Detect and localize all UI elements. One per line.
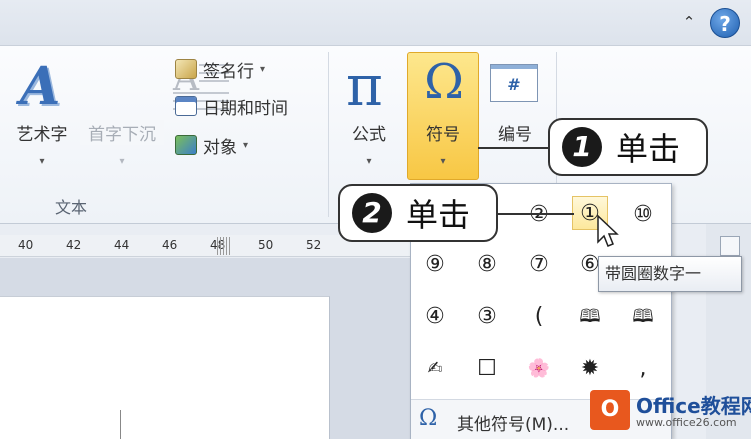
signature-line-button[interactable]: 签名行 ▾ (175, 56, 265, 82)
step-number-badge: 2 (352, 193, 392, 233)
signature-dropdown-icon: ▾ (260, 63, 266, 75)
symbol-cell[interactable]: ③ (469, 300, 505, 334)
book-icon[interactable]: 🕮 (625, 300, 661, 334)
equation-button[interactable]: π 公式 ▾ (336, 46, 402, 186)
callout-leader-line (478, 147, 550, 149)
pi-icon: π (346, 54, 383, 119)
dropcap-label-text: 首字下沉 (80, 120, 164, 145)
ruler-tick: 50 (258, 238, 274, 252)
symbol-cell[interactable]: ⑩ (625, 198, 661, 232)
ruler-tick: 52 (306, 238, 322, 252)
book-icon[interactable]: 🕮 (572, 300, 608, 334)
more-symbols-label: 其他符号(M)... (457, 415, 570, 435)
callout-text: 单击 (406, 196, 471, 234)
object-label: 对象 (203, 137, 237, 158)
symbol-cell[interactable]: ⑨ (417, 248, 453, 282)
equation-dropdown-icon: ▾ (366, 156, 372, 167)
symbol-cell[interactable]: ⑦ (521, 248, 557, 282)
wordart-icon: A (20, 56, 61, 117)
symbol-cell[interactable]: ④ (417, 300, 453, 334)
calendar-icon (175, 96, 197, 116)
watermark-url: www.office26.com (636, 416, 737, 429)
dropcap-button: A ▾ 首字下沉 ▾ (80, 46, 229, 186)
ruler-tick: 44 (114, 238, 130, 252)
flower-icon[interactable]: 🌸 (521, 352, 557, 386)
symbol-button-text[interactable]: 符号 ▾ (407, 46, 479, 186)
wordart-label: 艺术字 (16, 125, 68, 145)
step-number-badge: 1 (562, 127, 602, 167)
symbol-cell[interactable]: ② (521, 198, 557, 232)
group-separator (328, 52, 329, 217)
watermark: O Office教程网 www.office26.com (590, 384, 751, 436)
star-burst-icon[interactable]: ✹ (572, 352, 608, 386)
watermark-brand: Office教程网 (636, 394, 751, 418)
callout-step-2: 2 单击 (338, 184, 498, 242)
callout-text: 单击 (616, 130, 681, 168)
collapse-ribbon-icon[interactable]: ⌃ (680, 13, 698, 31)
document-area (0, 258, 420, 439)
object-button[interactable]: 对象 ▾ (175, 132, 248, 158)
text-cursor (120, 410, 121, 439)
office-logo-icon: O (590, 390, 630, 430)
callout-step-1: 1 单击 (548, 118, 708, 176)
ruler-tick: 40 (18, 238, 34, 252)
datetime-label: 日期和时间 (203, 98, 288, 119)
symbol-cell[interactable]: , (625, 352, 661, 386)
dropcap-dropdown-icon: ▾ (119, 156, 125, 167)
wordart-dropdown-icon: ▾ (39, 156, 45, 167)
object-icon (175, 135, 197, 155)
document-page[interactable] (0, 296, 330, 439)
writing-hand-icon[interactable]: ✍ (417, 352, 453, 386)
number-button[interactable]: 编号 (482, 46, 548, 186)
ruler-toggle-icon[interactable] (720, 236, 740, 256)
wordart-button[interactable]: A 艺术字 ▾ (4, 46, 80, 186)
symbol-cell[interactable]: ⑧ (469, 248, 505, 282)
help-icon[interactable]: ? (710, 8, 740, 38)
omega-icon: Ω (419, 406, 438, 431)
ruler-tick: 46 (162, 238, 178, 252)
symbol-dropdown-icon: ▾ (440, 156, 446, 167)
signature-icon (175, 59, 197, 79)
number-label: 编号 (498, 125, 532, 145)
callout-leader-line (496, 213, 574, 215)
symbol-cell[interactable]: ( (521, 300, 557, 334)
object-dropdown-icon: ▾ (243, 139, 249, 151)
ruler-tick: 42 (66, 238, 82, 252)
mouse-pointer-icon (597, 214, 619, 247)
symbol-label: 符号 (426, 125, 460, 145)
ruler-indent-marker[interactable] (217, 237, 231, 255)
datetime-button[interactable]: 日期和时间 (175, 93, 288, 119)
ballot-box-icon[interactable]: ☐ (469, 352, 505, 386)
signature-label: 签名行 (203, 61, 254, 82)
symbol-tooltip: 带圆圈数字一 (598, 256, 742, 292)
group-label-text: 文本 (55, 198, 88, 217)
title-bar: ⌃ ? (0, 0, 751, 46)
equation-label: 公式 (352, 125, 386, 145)
